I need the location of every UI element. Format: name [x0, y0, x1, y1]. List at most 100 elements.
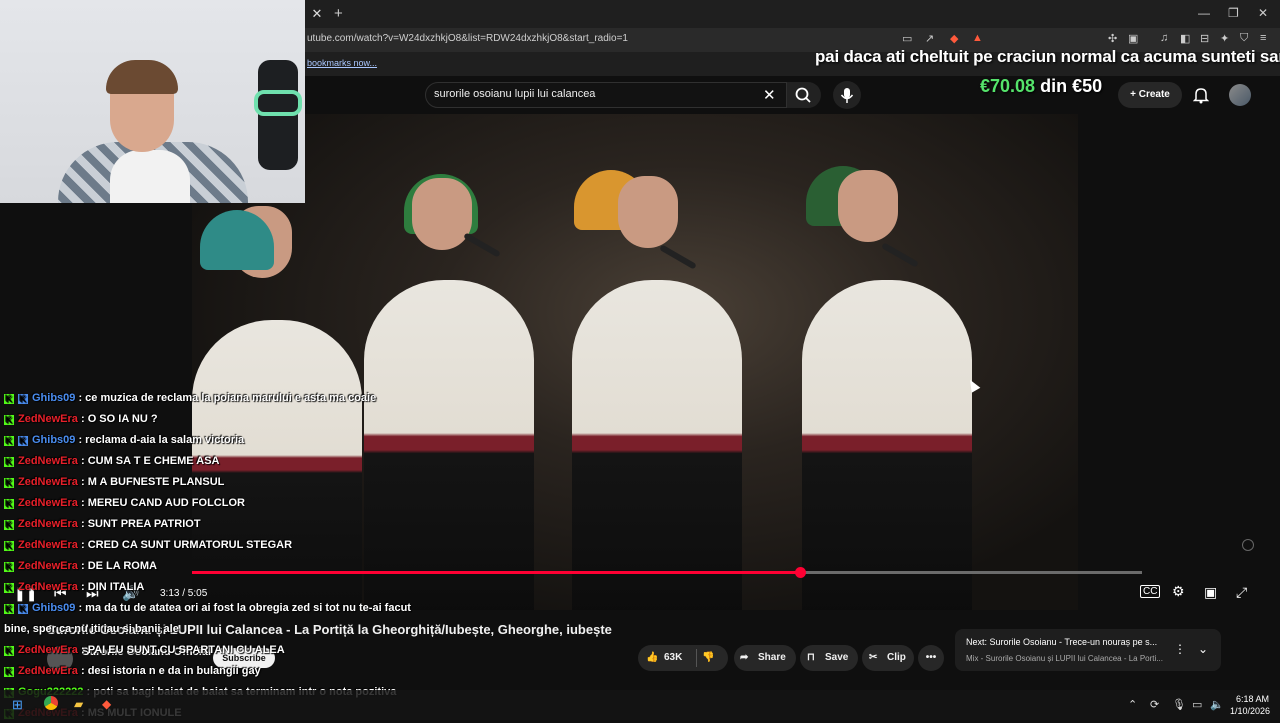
brave-icon[interactable]: ◆	[102, 697, 111, 711]
search-button[interactable]	[787, 82, 821, 108]
maximize-icon[interactable]: ❐	[1228, 6, 1239, 20]
channel-watermark-icon[interactable]	[1242, 539, 1254, 551]
chat-username[interactable]: ZedNewEra	[18, 455, 78, 467]
chat-message: K ZedNewEra : MEREU CAND AUD FOLCLOR	[4, 493, 245, 513]
thumbs-down-icon[interactable]: 👎	[702, 645, 714, 671]
chat-username[interactable]: Ghibs09	[32, 434, 75, 446]
video-figure	[364, 280, 534, 610]
clock-date[interactable]: 1/10/2026	[1230, 706, 1270, 716]
leo-ai-icon[interactable]: ✦	[1220, 32, 1229, 45]
more-actions-button[interactable]: •••	[918, 645, 944, 671]
chat-badge-icon: K	[4, 457, 14, 467]
tray-expand-icon[interactable]: ⌃	[1128, 698, 1137, 711]
chat-badge-icon: K	[18, 394, 28, 404]
chat-username[interactable]: ZedNewEra	[18, 476, 78, 488]
shield-icon[interactable]: ⛉	[1240, 32, 1248, 45]
scissors-icon: ✂	[869, 652, 878, 663]
folder-icon[interactable]: ▰	[74, 697, 83, 711]
windows-start-icon[interactable]: ⊞	[12, 697, 23, 713]
brave-shield-icon[interactable]: ◆	[950, 32, 958, 45]
tab-close-button[interactable]: ✕	[308, 6, 326, 22]
sidebar-icon[interactable]: ◧	[1180, 32, 1190, 45]
chat-username[interactable]: ZedNewEra	[18, 413, 78, 425]
chat-text: : ma da tu de atatea ori ai fost la obre…	[75, 602, 411, 614]
progress-scrubber[interactable]	[795, 567, 806, 578]
webcam-microphone-ring	[254, 90, 302, 116]
fullscreen-icon[interactable]: ⤢	[1236, 584, 1247, 601]
miniplayer-icon[interactable]: ▣	[1204, 584, 1217, 601]
share-page-icon[interactable]: ↗	[925, 32, 934, 45]
like-count[interactable]: 63K	[664, 645, 682, 671]
account-avatar[interactable]	[1229, 84, 1251, 106]
chat-username[interactable]: ZedNewEra	[18, 665, 78, 677]
chat-badge-icon: K	[4, 499, 14, 509]
search-icon	[795, 87, 811, 103]
donation-goal: €50	[1072, 76, 1103, 96]
new-tab-button[interactable]: +	[334, 5, 343, 22]
clock-time[interactable]: 6:18 AM	[1236, 694, 1269, 704]
voice-search-button[interactable]	[833, 81, 861, 109]
thumbs-up-icon[interactable]: 👍	[646, 645, 658, 671]
clear-search-icon[interactable]: ✕	[763, 86, 776, 104]
video-figure-head	[838, 170, 898, 242]
menu-icon[interactable]: ≡	[1260, 32, 1266, 44]
chat-message: K ZedNewEra : PAI EU SUNT CU SPARTANI CU …	[4, 640, 285, 660]
chevron-down-icon[interactable]: ⌄	[1198, 642, 1208, 656]
progress-played	[192, 571, 800, 574]
kebab-menu-icon[interactable]: ⋮	[1174, 642, 1186, 656]
webcam-overlay	[0, 0, 305, 203]
sync-icon[interactable]: ⟳	[1150, 698, 1159, 711]
search-input[interactable]: surorile osoianu lupii lui calancea	[434, 88, 595, 100]
vpn-icon[interactable]: ⊟	[1200, 32, 1209, 45]
donation-message-overlay: pai daca ati cheltuit pe craciun normal …	[815, 47, 1280, 66]
bookmarks-import-link[interactable]: bookmarks now...	[307, 58, 377, 68]
notifications-button[interactable]	[1192, 86, 1210, 104]
save-button[interactable]: ⊓ Save	[800, 645, 858, 671]
chat-message: K ZedNewEra : CRED CA SUNT URMATORUL STEG…	[4, 535, 292, 555]
create-button[interactable]: + Create	[1118, 82, 1182, 108]
chat-message: K ZedNewEra : O SO IA NU ?	[4, 409, 158, 429]
chat-username[interactable]: Ghibs09	[32, 392, 75, 404]
url-field[interactable]: utube.com/watch?v=W24dxzhkjO8&list=RDW24…	[307, 33, 628, 44]
chat-username[interactable]: ZedNewEra	[18, 581, 78, 593]
network-icon[interactable]: ▭	[1192, 698, 1202, 711]
divider	[696, 649, 697, 667]
save-label: Save	[825, 652, 849, 663]
chat-badge-icon: K	[18, 604, 28, 614]
captions-icon[interactable]: CC	[1140, 585, 1161, 598]
clip-button[interactable]: ✂ Clip	[862, 645, 914, 671]
settings-gear-icon[interactable]: ⚙	[1172, 583, 1185, 600]
chat-username[interactable]: ZedNewEra	[18, 644, 78, 656]
minimize-icon[interactable]: —	[1198, 6, 1210, 20]
video-microphone	[463, 232, 501, 258]
install-icon[interactable]: ▭	[902, 32, 912, 45]
chat-text: : ce muzica de reclama la poiana marului…	[75, 392, 377, 404]
chat-message: K ZedNewEra : SUNT PREA PATRIOT	[4, 514, 201, 534]
chat-username[interactable]: ZedNewEra	[18, 518, 78, 530]
chat-message: K K Ghibs09 : ce muzica de reclama la poia…	[4, 388, 376, 408]
brave-rewards-icon[interactable]: ▲	[972, 32, 983, 44]
close-window-icon[interactable]: ✕	[1258, 6, 1268, 20]
speaker-icon[interactable]: 🔈	[1210, 698, 1224, 711]
next-video-title[interactable]: Next: Surorile Osoianu - Trece-un nouraș…	[966, 637, 1157, 647]
microphone-icon	[840, 88, 854, 103]
chrome-icon[interactable]	[44, 696, 58, 710]
media-icon[interactable]: ♫	[1160, 32, 1168, 44]
extensions-icon[interactable]: ✣	[1108, 32, 1117, 45]
chat-username[interactable]: ZedNewEra	[18, 497, 78, 509]
webcam-person-shirt	[110, 150, 190, 203]
video-player[interactable]	[192, 114, 1078, 610]
chat-message: K ZedNewEra : CUM SA T E CHEME ASA	[4, 451, 220, 471]
chat-badge-icon: K	[4, 562, 14, 572]
chat-text: : CRED CA SUNT URMATORUL STEGAR	[77, 539, 293, 551]
share-button[interactable]: ➦ Share	[734, 645, 796, 671]
chat-badge-icon: K	[4, 394, 14, 404]
chat-username[interactable]: ZedNewEra	[18, 560, 78, 572]
chat-username[interactable]: Ghibs09	[32, 602, 75, 614]
create-label: Create	[1138, 89, 1170, 100]
chat-text: : O SO IA NU ?	[77, 413, 158, 425]
chat-username[interactable]: ZedNewEra	[18, 539, 78, 551]
tray-mic-icon[interactable]: 🎙	[1172, 698, 1186, 711]
chat-badge-icon: K	[4, 604, 14, 614]
wallet-icon[interactable]: ▣	[1128, 32, 1138, 45]
